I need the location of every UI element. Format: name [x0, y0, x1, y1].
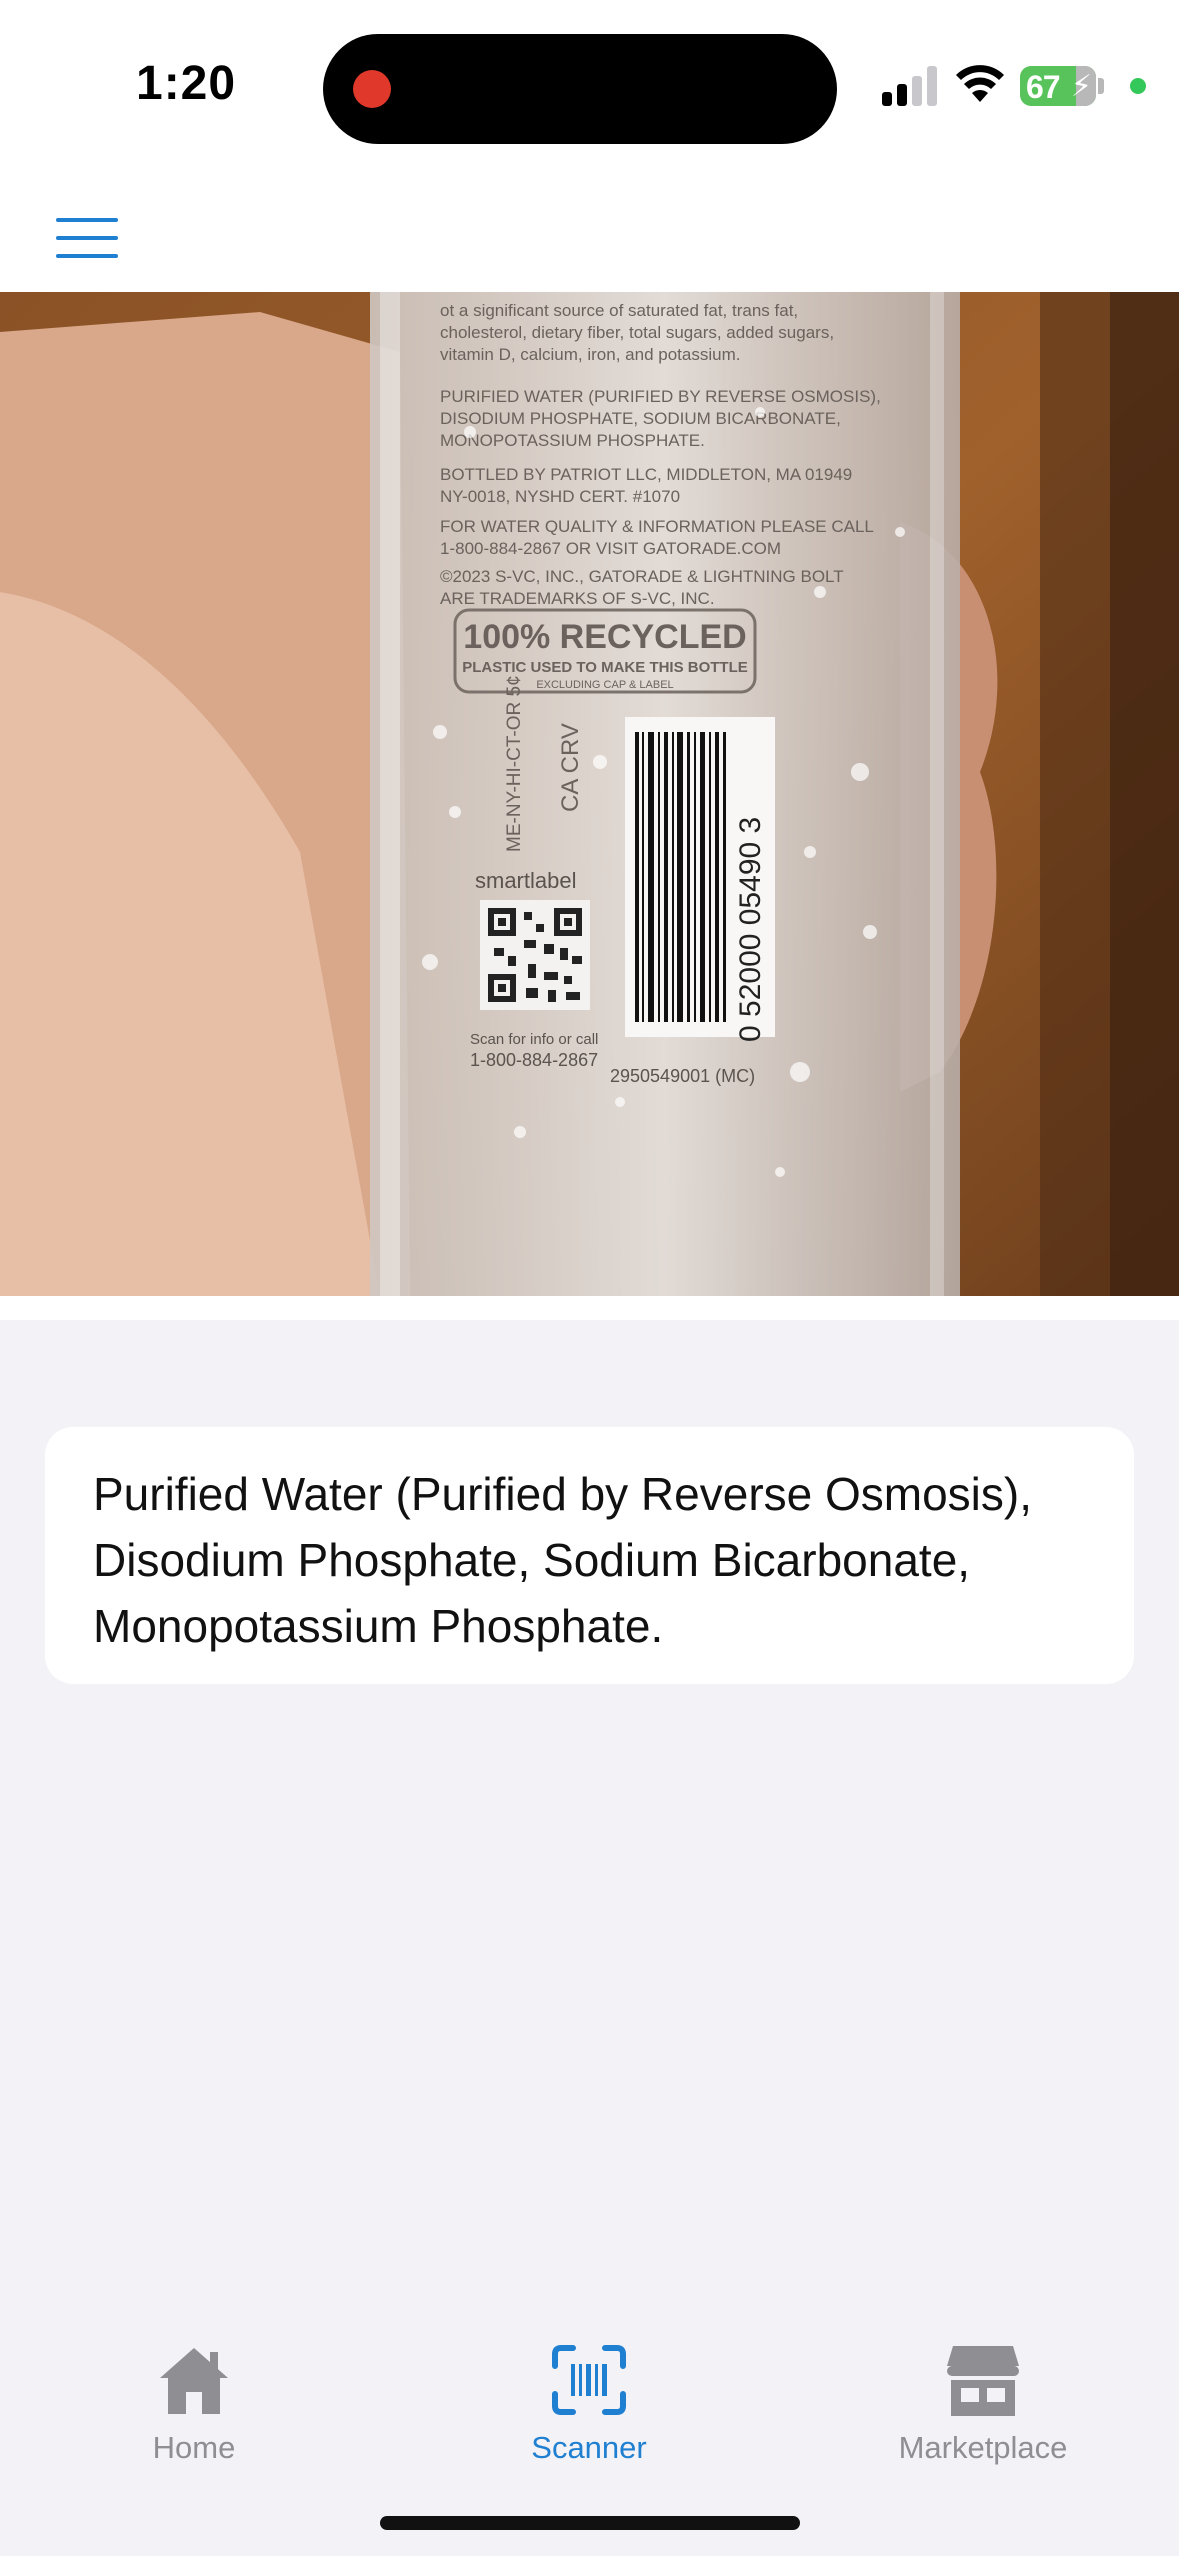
- barcode-number: 0 52000 05490 3: [734, 817, 767, 1042]
- battery-level: 67: [1026, 69, 1061, 105]
- barcode-scanner-icon: [552, 2345, 626, 2415]
- label-line: 1-800-884-2867 OR VISIT GATORADE.COM: [440, 539, 781, 558]
- ingredients-text: Purified Water (Purified by Reverse Osmo…: [93, 1468, 1033, 1652]
- recycled-title: 100% RECYCLED: [463, 618, 746, 656]
- home-indicator: [380, 2516, 800, 2530]
- recycled-subtitle: PLASTIC USED TO MAKE THIS BOTTLE: [462, 659, 748, 676]
- smartlabel-logo: smartlabel: [475, 868, 576, 893]
- label-line: BOTTLED BY PATRIOT LLC, MIDDLETON, MA 01…: [440, 465, 852, 484]
- nav-bar: [0, 180, 1179, 292]
- photo-divider: [0, 1296, 1179, 1320]
- recording-dot-icon: [353, 70, 391, 108]
- crv-text: CA CRV: [557, 723, 584, 812]
- charging-bolt-icon: ⚡: [1070, 70, 1092, 103]
- tab-marketplace[interactable]: Marketplace: [853, 2330, 1113, 2480]
- storefront-icon: [947, 2346, 1019, 2416]
- bottle-photo-illustration: ot a significant source of saturated fat…: [0, 292, 1179, 1296]
- tab-label-scanner: Scanner: [531, 2430, 647, 2465]
- label-line: DISODIUM PHOSPHATE, SODIUM BICARBONATE,: [440, 409, 841, 428]
- tab-scanner[interactable]: Scanner: [459, 2330, 719, 2480]
- tab-label-marketplace: Marketplace: [898, 2430, 1068, 2465]
- label-line: vitamin D, calcium, iron, and potassium.: [440, 345, 740, 364]
- status-time: 1:20: [136, 57, 237, 110]
- tab-home[interactable]: Home: [64, 2330, 324, 2480]
- scan-phone-text: 1-800-884-2867: [470, 1050, 598, 1070]
- label-line: MONOPOTASSIUM PHOSPHATE.: [440, 431, 705, 450]
- recycled-exclusion: EXCLUDING CAP & LABEL: [536, 679, 673, 691]
- label-line: ©2023 S-VC, INC., GATORADE & LIGHTNING B…: [440, 567, 844, 586]
- batch-code: 2950549001 (MC): [610, 1066, 755, 1086]
- scan-info-text: Scan for info or call: [470, 1031, 598, 1048]
- label-line: ot a significant source of saturated fat…: [440, 301, 798, 320]
- dynamic-island: [323, 34, 837, 144]
- ingredients-result-card: Purified Water (Purified by Reverse Osmo…: [45, 1427, 1134, 1684]
- tab-label-home: Home: [152, 2430, 236, 2465]
- deposit-text: ME-NY-HI-CT-OR 5¢: [504, 675, 525, 852]
- home-icon: [160, 2348, 228, 2414]
- label-line: PURIFIED WATER (PURIFIED BY REVERSE OSMO…: [440, 387, 881, 406]
- battery-icon: 67 ⚡: [1020, 66, 1096, 106]
- camera-in-use-indicator: [1130, 78, 1146, 94]
- scanned-product-photo: ot a significant source of saturated fat…: [0, 292, 1179, 1296]
- hamburger-menu-icon[interactable]: [52, 208, 122, 268]
- label-line: cholesterol, dietary fiber, total sugars…: [440, 323, 834, 342]
- qr-code-icon: [480, 900, 590, 1010]
- wifi-icon: [956, 65, 1004, 102]
- label-line: ARE TRADEMARKS OF S-VC, INC.: [440, 589, 715, 608]
- status-bar: 1:20 67 ⚡: [0, 0, 1179, 180]
- label-line: NY-0018, NYSHD CERT. #1070: [440, 487, 680, 506]
- cellular-signal-icon: [882, 64, 940, 106]
- battery-cap: [1098, 78, 1104, 94]
- label-line: FOR WATER QUALITY & INFORMATION PLEASE C…: [440, 517, 874, 536]
